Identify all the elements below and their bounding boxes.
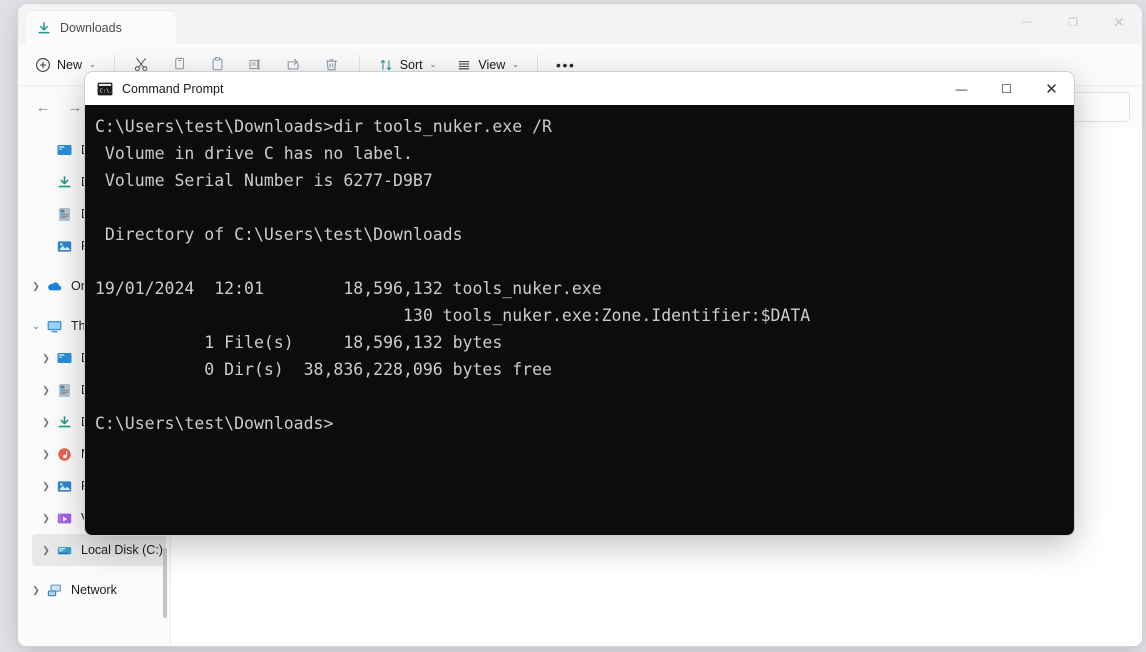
chevron-right-icon[interactable]: ❯ bbox=[36, 545, 56, 556]
new-button-label: New bbox=[57, 57, 83, 72]
cmd-output-line bbox=[95, 383, 1074, 410]
sort-button-label: Sort bbox=[399, 57, 423, 72]
cmd-title-group: C:\. Command Prompt bbox=[85, 82, 223, 96]
explorer-maximize-button[interactable]: ❐ bbox=[1050, 4, 1096, 40]
cmd-output-line: 19/01/2024 12:01 18,596,132 tools_nuker.… bbox=[95, 279, 602, 298]
share-icon bbox=[285, 56, 302, 73]
cmd-output-line: 130 tools_nuker.exe:Zone.Identifier:$DAT… bbox=[95, 306, 811, 325]
sidebar-scrollbar-thumb[interactable] bbox=[163, 548, 167, 618]
cmd-output-line: Volume in drive C has no label. bbox=[95, 144, 413, 163]
explorer-tab-downloads[interactable]: Downloads bbox=[26, 11, 176, 44]
explorer-close-button[interactable]: ✕ bbox=[1096, 4, 1142, 40]
downloads-arrow-icon bbox=[36, 20, 52, 36]
explorer-window-controls: — ❐ ✕ bbox=[1004, 4, 1142, 40]
sidebar-item-label: Network bbox=[71, 583, 117, 597]
sidebar-item-label: Local Disk (C:) bbox=[81, 543, 163, 557]
explorer-tab-label: Downloads bbox=[60, 20, 122, 35]
cmd-titlebar[interactable]: C:\. Command Prompt — ☐ ✕ bbox=[85, 72, 1074, 105]
chevron-right-icon[interactable]: ❯ bbox=[36, 417, 56, 428]
cmd-title-label: Command Prompt bbox=[122, 81, 224, 96]
cmd-output-line: C:\Users\test\Downloads>dir tools_nuker.… bbox=[95, 117, 552, 136]
cmd-output-line: 1 File(s) 18,596,132 bytes bbox=[95, 333, 503, 352]
trash-icon bbox=[323, 56, 340, 73]
videos-icon bbox=[56, 510, 73, 527]
chevron-right-icon[interactable]: ❯ bbox=[36, 449, 56, 460]
cmd-console-output[interactable]: C:\Users\test\Downloads>dir tools_nuker.… bbox=[85, 105, 1074, 535]
cmd-output-line: Directory of C:\Users\test\Downloads bbox=[95, 225, 463, 244]
cmd-close-button[interactable]: ✕ bbox=[1029, 72, 1074, 105]
pictures-icon bbox=[56, 238, 73, 255]
desktop-backdrop: Downloads — ❐ ✕ New ⌄ Sort ⌄ View ⌄ ••• … bbox=[0, 0, 1146, 652]
plus-circle-icon bbox=[35, 57, 51, 73]
cmd-output-line: C:\Users\test\Downloads> bbox=[95, 414, 334, 433]
downloads-icon bbox=[56, 174, 73, 191]
chevron-down-icon: ⌄ bbox=[429, 60, 437, 69]
svg-text:C:\.: C:\. bbox=[100, 88, 113, 94]
chevron-right-icon[interactable]: ❯ bbox=[26, 281, 46, 292]
cmd-minimize-button[interactable]: — bbox=[939, 72, 984, 105]
chevron-right-icon[interactable]: ❯ bbox=[36, 385, 56, 396]
view-button-label: View bbox=[478, 57, 506, 72]
network-icon bbox=[46, 582, 63, 599]
desktop-icon bbox=[56, 142, 73, 159]
cmd-output-line bbox=[95, 194, 1074, 221]
paste-icon bbox=[209, 56, 226, 73]
this-pc-monitor-icon bbox=[46, 318, 63, 335]
sidebar-item-network[interactable]: ❯ Network bbox=[22, 574, 166, 606]
explorer-titlebar[interactable]: Downloads — ❐ ✕ bbox=[18, 4, 1142, 44]
chevron-right-icon[interactable]: ❯ bbox=[36, 481, 56, 492]
cmd-window-controls: — ☐ ✕ bbox=[939, 72, 1074, 105]
rename-icon bbox=[247, 56, 264, 73]
cmd-output-line: Volume Serial Number is 6277-D9B7 bbox=[95, 171, 433, 190]
cmd-output-line bbox=[95, 248, 1074, 275]
chevron-right-icon[interactable]: ❯ bbox=[26, 585, 46, 596]
pictures-icon bbox=[56, 478, 73, 495]
chevron-down-icon[interactable]: ⌄ bbox=[26, 321, 46, 332]
documents-icon bbox=[56, 206, 73, 223]
sidebar-item-local-disk-c[interactable]: ❯ Local Disk (C:) bbox=[32, 534, 166, 566]
chevron-right-icon[interactable]: ❯ bbox=[36, 353, 56, 364]
music-icon bbox=[56, 446, 73, 463]
chevron-right-icon[interactable]: ❯ bbox=[36, 513, 56, 524]
cmd-output-line: 0 Dir(s) 38,836,228,096 bytes free bbox=[95, 360, 552, 379]
view-lines-icon bbox=[456, 57, 472, 73]
desktop-icon bbox=[56, 350, 73, 367]
explorer-minimize-button[interactable]: — bbox=[1004, 4, 1050, 40]
sort-arrows-icon bbox=[378, 57, 394, 73]
copy-icon bbox=[171, 56, 188, 73]
local-disk-icon bbox=[56, 542, 73, 559]
chevron-down-icon: ⌄ bbox=[89, 60, 96, 69]
chevron-down-icon: ⌄ bbox=[512, 60, 519, 69]
scissors-icon bbox=[133, 56, 150, 73]
documents-icon bbox=[56, 382, 73, 399]
cmd-console-icon: C:\. bbox=[97, 82, 113, 96]
command-prompt-window: C:\. Command Prompt — ☐ ✕ C:\Users\test\… bbox=[85, 72, 1074, 535]
cmd-maximize-button[interactable]: ☐ bbox=[984, 72, 1029, 105]
arrow-left-icon[interactable]: ← bbox=[28, 92, 58, 122]
downloads-icon bbox=[56, 414, 73, 431]
onedrive-cloud-icon bbox=[46, 278, 63, 295]
